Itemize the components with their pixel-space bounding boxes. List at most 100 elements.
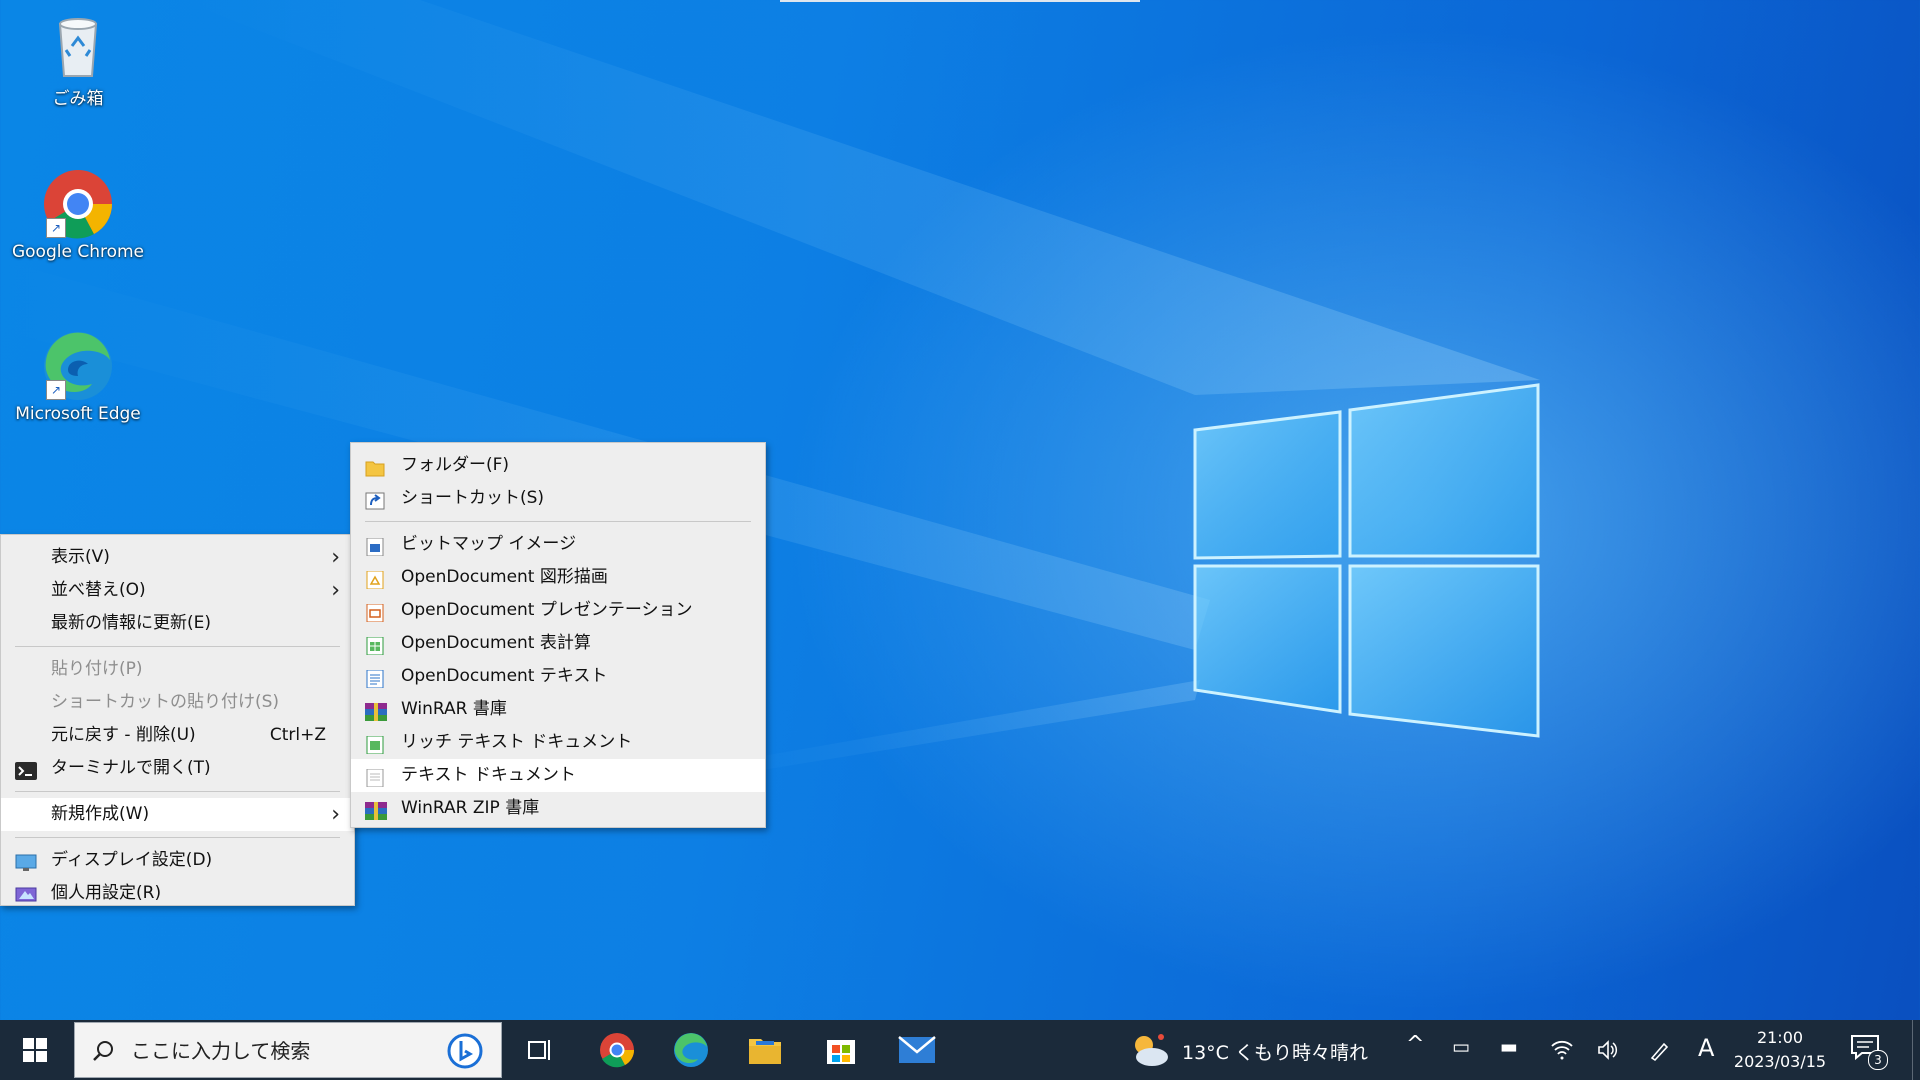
chrome-icon: ↗ [42, 168, 114, 240]
desktop-icon-chrome[interactable]: ↗ Google Chrome [8, 168, 148, 262]
chevron-right-icon: › [331, 578, 340, 603]
mail-icon [898, 1036, 936, 1063]
menu-item-new[interactable]: 新規作成(W) › [1, 798, 354, 831]
submenu-item-shortcut[interactable]: ショートカット(S) [351, 482, 765, 515]
odp-icon [365, 601, 385, 623]
menu-item-refresh[interactable]: 最新の情報に更新(E) [1, 607, 354, 640]
winrar-zip-icon [365, 799, 387, 820]
submenu-item-folder[interactable]: フォルダー(F) [351, 449, 765, 482]
shortcut-arrow-icon: ↗ [46, 380, 66, 400]
menu-item-display-settings[interactable]: ディスプレイ設定(D) [1, 844, 354, 877]
notification-count-badge: 3 [1868, 1050, 1888, 1070]
shortcut-arrow-icon: ↗ [46, 218, 66, 238]
menu-item-view[interactable]: 表示(V) › [1, 541, 354, 574]
taskbar-file-explorer[interactable] [730, 1020, 800, 1080]
menu-item-label: 表示(V) [51, 547, 110, 567]
bing-icon[interactable] [445, 1033, 485, 1069]
search-placeholder: ここに入力して検索 [131, 1039, 311, 1063]
taskbar-mail[interactable] [882, 1020, 952, 1080]
meet-now-icon[interactable]: ▭ [1452, 1036, 1470, 1058]
chevron-up-icon[interactable]: ^ [1406, 1032, 1424, 1057]
text-document-icon [365, 766, 385, 788]
menu-item-undo-delete[interactable]: 元に戻す - 削除(U) Ctrl+Z [1, 719, 354, 752]
taskbar-chrome[interactable] [582, 1020, 652, 1080]
desktop-icon-label: Microsoft Edge [15, 404, 141, 424]
menu-item-label: 元に戻す - 削除(U) [51, 725, 196, 745]
chevron-right-icon: › [331, 545, 340, 570]
action-center-button[interactable]: 3 [1850, 1034, 1888, 1070]
show-desktop-button[interactable] [1912, 1020, 1920, 1080]
menu-item-label: ショートカットの貼り付け(S) [51, 692, 280, 712]
submenu-item-label: OpenDocument 表計算 [401, 633, 591, 653]
search-icon [93, 1041, 113, 1061]
submenu-item-winrar-zip[interactable]: WinRAR ZIP 書庫 [351, 792, 765, 825]
weather-cloud-sun-icon [1135, 1034, 1168, 1066]
battery-icon[interactable]: ▬ [1500, 1036, 1518, 1058]
submenu-item-winrar[interactable]: WinRAR 書庫 [351, 693, 765, 726]
taskbar: ここに入力して検索 13°C くもり時々晴れ ^ ▭ ▬ A 21:00 202… [0, 1020, 1920, 1080]
taskbar-store[interactable] [806, 1020, 876, 1080]
menu-separator [15, 646, 340, 647]
submenu-item-odg[interactable]: OpenDocument 図形描画 [351, 561, 765, 594]
menu-separator [15, 791, 340, 792]
submenu-item-label: リッチ テキスト ドキュメント [401, 732, 633, 752]
submenu-item-bitmap[interactable]: ビットマップ イメージ [351, 528, 765, 561]
menu-item-label: 並べ替え(O) [51, 580, 146, 600]
start-button[interactable] [0, 1020, 70, 1080]
new-submenu: フォルダー(F) ショートカット(S) ビットマップ イメージ OpenDocu… [350, 442, 766, 828]
display-settings-icon [15, 851, 37, 871]
submenu-item-label: OpenDocument プレゼンテーション [401, 600, 693, 620]
task-view-button[interactable] [505, 1020, 575, 1080]
windows-logo [1193, 383, 1540, 738]
desktop-icon-label: ごみ箱 [52, 89, 104, 109]
taskbar-edge[interactable] [656, 1020, 726, 1080]
recycle-bin-icon [42, 10, 114, 82]
menu-item-open-terminal[interactable]: ターミナルで開く(T) [1, 752, 354, 785]
bitmap-icon [365, 535, 385, 557]
menu-item-sort[interactable]: 並べ替え(O) › [1, 574, 354, 607]
submenu-item-label: WinRAR ZIP 書庫 [401, 798, 540, 818]
submenu-item-rtf[interactable]: リッチ テキスト ドキュメント [351, 726, 765, 759]
task-view-icon [528, 1040, 550, 1060]
submenu-item-label: OpenDocument 図形描画 [401, 567, 608, 587]
submenu-item-label: フォルダー(F) [401, 455, 510, 475]
submenu-item-ods[interactable]: OpenDocument 表計算 [351, 627, 765, 660]
desktop-icon-label: Google Chrome [11, 242, 145, 262]
weather-text[interactable]: 13°C くもり時々晴れ [1182, 1038, 1368, 1065]
menu-item-label: 貼り付け(P) [51, 659, 143, 679]
clock-time: 21:00 [1756, 1028, 1804, 1047]
clock-date: 2023/03/15 [1733, 1052, 1827, 1071]
menu-separator [365, 521, 751, 522]
edge-icon [674, 1033, 708, 1067]
clock[interactable]: 21:00 2023/03/15 [1730, 1026, 1830, 1074]
windows-start-icon [23, 1038, 47, 1062]
menu-item-personalize[interactable]: 個人用設定(R) [1, 877, 354, 910]
pen-icon[interactable] [1648, 1038, 1672, 1062]
submenu-item-label: ショートカット(S) [401, 488, 545, 508]
ime-indicator[interactable]: A [1698, 1034, 1714, 1062]
submenu-item-odp[interactable]: OpenDocument プレゼンテーション [351, 594, 765, 627]
volume-icon[interactable] [1596, 1038, 1620, 1062]
taskbar-search-box[interactable]: ここに入力して検索 [74, 1022, 502, 1078]
window-edge-strip [780, 0, 1140, 2]
weather-widget[interactable] [1120, 1020, 1180, 1080]
odg-icon [365, 568, 385, 590]
wifi-icon[interactable] [1550, 1038, 1574, 1062]
shortcut-icon [365, 489, 385, 510]
desktop-icon-recycle-bin[interactable]: ごみ箱 [8, 10, 148, 109]
menu-item-paste-shortcut[interactable]: ショートカットの貼り付け(S) [1, 686, 354, 719]
store-icon [827, 1040, 855, 1064]
desktop-icon-edge[interactable]: ↗ Microsoft Edge [8, 330, 148, 424]
odt-icon [365, 667, 385, 689]
desktop-context-menu: 表示(V) › 並べ替え(O) › 最新の情報に更新(E) 貼り付け(P) ショ… [0, 534, 355, 906]
personalize-icon [15, 884, 37, 903]
chevron-right-icon: › [331, 802, 340, 827]
ods-icon [365, 634, 385, 656]
submenu-item-label: OpenDocument テキスト [401, 666, 608, 686]
submenu-item-odt[interactable]: OpenDocument テキスト [351, 660, 765, 693]
menu-item-paste[interactable]: 貼り付け(P) [1, 653, 354, 686]
terminal-icon [15, 759, 37, 780]
submenu-item-text-document[interactable]: テキスト ドキュメント [351, 759, 765, 792]
menu-item-label: 最新の情報に更新(E) [51, 613, 212, 633]
menu-separator [15, 837, 340, 838]
